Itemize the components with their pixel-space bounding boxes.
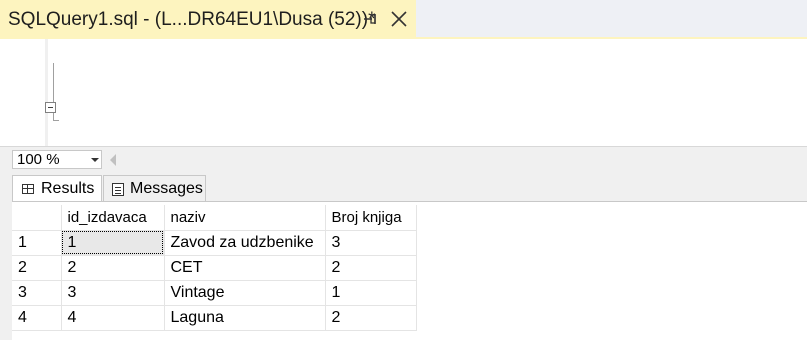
collapse-icon[interactable] bbox=[45, 102, 56, 113]
cell-id-izdavaca[interactable]: 3 bbox=[61, 280, 165, 306]
cell-id-izdavaca[interactable]: 2 bbox=[61, 255, 165, 281]
results-table: id_izdavaca naziv Broj knjiga 1 1 Zavod … bbox=[12, 205, 417, 331]
column-header-broj-knjiga[interactable]: Broj knjiga bbox=[325, 205, 417, 231]
row-number[interactable]: 2 bbox=[12, 255, 62, 281]
cell-broj-knjiga[interactable]: 2 bbox=[325, 305, 417, 331]
zoom-select[interactable]: 100 % bbox=[12, 150, 102, 169]
tab-results-label: Results bbox=[41, 180, 95, 197]
cell-naziv[interactable]: Laguna bbox=[164, 305, 326, 331]
results-grid[interactable]: id_izdavaca naziv Broj knjiga 1 1 Zavod … bbox=[12, 201, 807, 340]
close-icon[interactable] bbox=[389, 9, 409, 29]
zoom-bar: 100 % bbox=[0, 146, 807, 172]
row-number[interactable]: 3 bbox=[12, 280, 62, 306]
tab-title: SQLQuery1.sql - (L...DR64EU1\Dusa (52))* bbox=[8, 9, 376, 30]
cell-broj-knjiga[interactable]: 3 bbox=[325, 230, 417, 256]
scroll-left-icon[interactable] bbox=[110, 154, 116, 166]
chevron-down-icon[interactable] bbox=[91, 158, 99, 162]
query-document-tab[interactable]: SQLQuery1.sql - (L...DR64EU1\Dusa (52))* bbox=[0, 0, 416, 39]
column-header-id-izdavaca[interactable]: id_izdavaca bbox=[61, 205, 165, 231]
cell-broj-knjiga[interactable]: 2 bbox=[325, 255, 417, 281]
code-line: SELECT id_izdavaca, izdavaci.naziv, COUN… bbox=[45, 96, 751, 170]
pin-icon[interactable] bbox=[362, 11, 378, 27]
tab-messages[interactable]: Messages bbox=[103, 175, 206, 202]
cell-id-izdavaca[interactable]: 1 bbox=[61, 230, 165, 256]
row-number[interactable]: 1 bbox=[12, 230, 62, 256]
table-row: 4 4 Laguna 2 bbox=[12, 305, 417, 331]
tab-results[interactable]: Results bbox=[12, 175, 102, 202]
table-row: 2 2 CET 2 bbox=[12, 255, 417, 281]
cell-naziv[interactable]: CET bbox=[164, 255, 326, 281]
header-row: id_izdavaca naziv Broj knjiga bbox=[12, 205, 417, 231]
tab-messages-label: Messages bbox=[130, 180, 203, 197]
zoom-value: 100 % bbox=[17, 151, 60, 168]
document-tab-bar: SQLQuery1.sql - (L...DR64EU1\Dusa (52))* bbox=[0, 0, 807, 39]
query-editor[interactable]: SELECT id_izdavaca, izdavaci.naziv, COUN… bbox=[0, 39, 807, 274]
cell-naziv[interactable]: Vintage bbox=[164, 280, 326, 306]
column-header-rownum[interactable] bbox=[12, 205, 62, 231]
messages-icon bbox=[112, 183, 124, 196]
editor-margin bbox=[45, 39, 48, 146]
table-row: 1 1 Zavod za udzbenike 3 bbox=[12, 230, 417, 256]
grid-icon bbox=[22, 184, 34, 194]
column-header-naziv[interactable]: naziv bbox=[164, 205, 326, 231]
row-number[interactable]: 4 bbox=[12, 305, 62, 331]
cell-broj-knjiga[interactable]: 1 bbox=[325, 280, 417, 306]
table-row: 3 3 Vintage 1 bbox=[12, 280, 417, 306]
result-tabs: Results Messages bbox=[0, 172, 807, 202]
cell-id-izdavaca[interactable]: 4 bbox=[61, 305, 165, 331]
cell-naziv[interactable]: Zavod za udzbenike bbox=[164, 230, 326, 256]
